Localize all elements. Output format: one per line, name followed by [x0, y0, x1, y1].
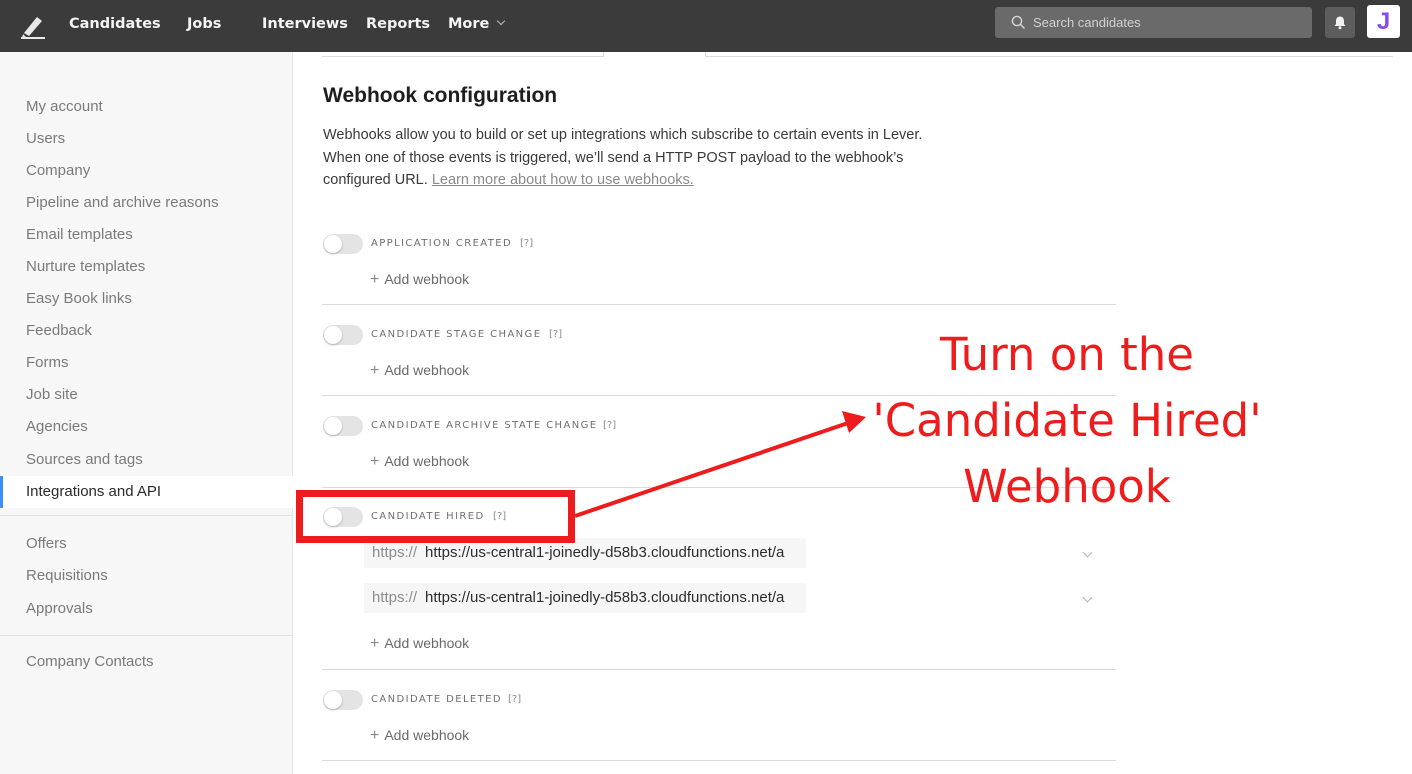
annotation-line: Webhook [963, 460, 1171, 513]
annotation-text: Turn on the 'Candidate Hired' Webhook [860, 322, 1274, 520]
annotation-line: Turn on the [940, 328, 1194, 381]
annotation-line: 'Candidate Hired' [872, 394, 1262, 447]
